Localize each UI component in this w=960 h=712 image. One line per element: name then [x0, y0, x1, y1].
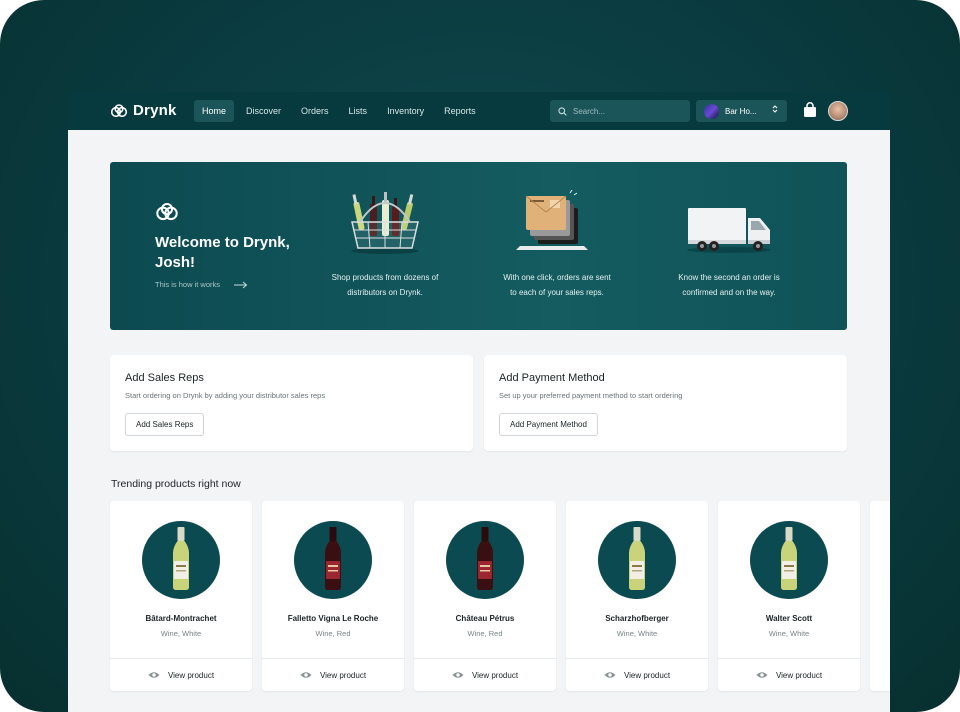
product-card[interactable]: Château Pétrus Wine, Red View product	[414, 501, 556, 691]
hero-step-shop: Shop products from dozens of distributor…	[310, 190, 460, 297]
caption-line: distributors on Drynk.	[347, 288, 423, 297]
add-sales-reps-button[interactable]: Add Sales Reps	[125, 413, 205, 436]
product-image	[142, 521, 220, 599]
drynk-logo-icon	[156, 203, 178, 221]
hero-step-caption: Shop products from dozens of distributor…	[310, 270, 460, 300]
view-product-button[interactable]: View product	[414, 659, 556, 691]
eye-icon	[756, 672, 768, 678]
card-title: Add Sales Reps	[125, 372, 204, 384]
product-name: Falletto Vigna Le Roche	[287, 614, 379, 623]
nav-links: Home Discover Orders Lists Inventory Rep…	[194, 100, 484, 122]
nav-lists[interactable]: Lists	[341, 100, 376, 122]
view-product-button[interactable]: View product	[262, 659, 404, 691]
wine-bottle-icon	[325, 527, 341, 590]
hero-step-send: With one click, orders are sent to each …	[482, 189, 632, 297]
add-sales-reps-card: Add Sales Reps Start ordering on Drynk b…	[110, 355, 473, 451]
view-product-label: View product	[471, 670, 519, 680]
nav-reports[interactable]: Reports	[436, 100, 484, 122]
eye-icon	[452, 672, 464, 678]
device-frame: Drynk Home Discover Orders Lists Invento…	[0, 0, 960, 712]
avatar[interactable]	[828, 101, 848, 121]
caption-line: Know the second an order is	[678, 273, 780, 282]
nav-orders[interactable]: Orders	[293, 100, 337, 122]
hero-step-track: Know the second an order is confirmed an…	[654, 190, 804, 297]
card-title: Add Payment Method	[499, 372, 605, 384]
product-type: Wine, White	[616, 629, 658, 638]
card-description: Set up your preferred payment method to …	[499, 391, 683, 400]
nav-home[interactable]: Home	[194, 100, 235, 122]
product-type: Wine, Red	[315, 629, 351, 638]
drynk-logo-icon	[110, 103, 128, 117]
nav-discover[interactable]: Discover	[238, 100, 289, 122]
brand-name: Drynk	[133, 102, 177, 119]
search-box[interactable]	[550, 100, 690, 122]
view-product-label: View product	[167, 670, 215, 680]
add-payment-method-card: Add Payment Method Set up your preferred…	[484, 355, 847, 451]
venue-avatar	[704, 103, 719, 119]
basket-bottles-icon	[351, 192, 419, 254]
product-image	[750, 521, 828, 599]
caption-line: to each of your sales reps.	[510, 288, 604, 297]
caption-line: confirmed and on the way.	[682, 288, 776, 297]
hero-step-caption: Know the second an order is confirmed an…	[654, 270, 804, 300]
product-card-partial	[870, 501, 890, 691]
wine-bottle-icon	[173, 527, 189, 590]
product-card[interactable]: Scharzhofberger Wine, White View product	[566, 501, 708, 691]
shopping-bag-icon[interactable]	[803, 102, 817, 123]
hero-step-caption: With one click, orders are sent to each …	[482, 270, 632, 300]
venue-label: Bar Ho...	[725, 106, 757, 116]
product-card[interactable]: Bâtard-Montrachet Wine, White View product	[110, 501, 252, 691]
product-type: Wine, White	[160, 629, 202, 638]
add-payment-method-button[interactable]: Add Payment Method	[499, 413, 598, 436]
arrow-right-icon	[234, 281, 248, 288]
product-name: Bâtard-Montrachet	[145, 614, 217, 623]
view-product-button[interactable]: View product	[566, 659, 708, 691]
eye-icon	[300, 672, 312, 678]
wine-bottle-icon	[629, 527, 645, 590]
view-product-button[interactable]: View product	[718, 659, 860, 691]
view-product-label: View product	[775, 670, 823, 680]
top-navbar: Drynk Home Discover Orders Lists Invento…	[68, 92, 890, 130]
product-image	[446, 521, 524, 599]
chevron-updown-icon	[772, 104, 778, 116]
product-card[interactable]: Walter Scott Wine, White View product	[718, 501, 860, 691]
app-window: Drynk Home Discover Orders Lists Invento…	[68, 92, 890, 712]
nav-inventory[interactable]: Inventory	[379, 100, 432, 122]
eye-icon	[148, 672, 160, 678]
trending-title: Trending products right now	[111, 478, 241, 490]
product-type: Wine, White	[768, 629, 810, 638]
view-product-label: View product	[623, 670, 671, 680]
view-product-label: View product	[319, 670, 367, 680]
product-name: Château Pétrus	[455, 614, 515, 623]
view-product-button[interactable]: View product	[110, 659, 252, 691]
venue-switcher[interactable]: Bar Ho...	[696, 100, 787, 122]
card-description: Start ordering on Drynk by adding your d…	[125, 391, 326, 400]
delivery-truck-icon	[687, 208, 771, 253]
wine-bottle-icon	[781, 527, 797, 590]
caption-line: With one click, orders are sent	[503, 273, 611, 282]
search-icon	[558, 106, 567, 116]
brand-logo[interactable]: Drynk	[110, 102, 177, 119]
product-card[interactable]: Falletto Vigna Le Roche Wine, Red View pro…	[262, 501, 404, 691]
product-name: Scharzhofberger	[605, 614, 669, 623]
eye-icon	[604, 672, 616, 678]
search-input[interactable]	[573, 106, 673, 116]
product-image	[598, 521, 676, 599]
wine-bottle-icon	[477, 527, 493, 590]
product-name: Walter Scott	[765, 614, 813, 623]
product-image	[294, 521, 372, 599]
envelopes-laptop-icon	[516, 189, 588, 250]
hero-title: Welcome to Drynk, Josh!	[155, 234, 290, 271]
product-type: Wine, Red	[467, 629, 503, 638]
how-it-works-label: This is how it works	[155, 280, 221, 289]
welcome-hero: Welcome to Drynk, Josh! This is how it w…	[110, 162, 847, 330]
caption-line: Shop products from dozens of	[331, 273, 439, 282]
how-it-works-link[interactable]: This is how it works	[155, 280, 248, 289]
